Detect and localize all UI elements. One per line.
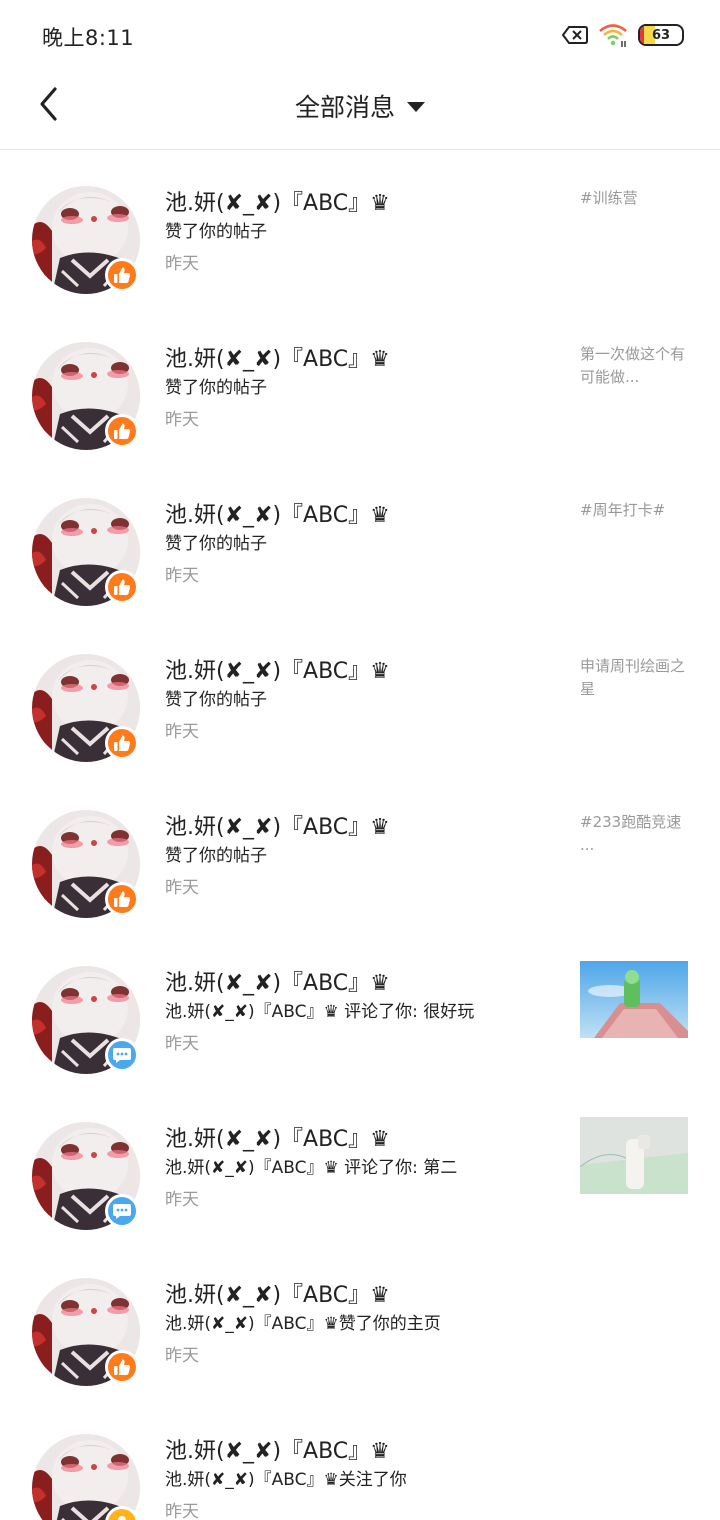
notification-text: 池.妍(✘_✘)『ABC』♛赞了你的主页 bbox=[165, 1314, 441, 1334]
notification-item[interactable]: 池.妍(✘_✘)『ABC』♛ 池.妍(✘_✘)『ABC』♛ 评论了你: 很好玩 昨天 bbox=[0, 931, 720, 1087]
notification-item[interactable]: 池.妍(✘_✘)『ABC』♛ 赞了你的帖子 昨天 #训练营 bbox=[0, 151, 720, 307]
thumbs-up-icon bbox=[113, 1358, 131, 1376]
like-badge bbox=[105, 570, 139, 604]
notification-item[interactable]: 池.妍(✘_✘)『ABC』♛ 赞了你的帖子 昨天 #233跑酷竞速 ... bbox=[0, 775, 720, 931]
caret-down-icon bbox=[407, 102, 425, 112]
notification-time: 昨天 bbox=[165, 1502, 199, 1520]
user-name[interactable]: 池.妍(✘_✘)『ABC』♛ bbox=[165, 965, 390, 997]
thumbs-up-icon bbox=[113, 890, 131, 908]
wifi-icon bbox=[598, 22, 628, 48]
battery-level: 63 bbox=[651, 27, 671, 43]
user-name[interactable]: 池.妍(✘_✘)『ABC』♛ bbox=[165, 1277, 390, 1309]
notification-text: 池.妍(✘_✘)『ABC』♛ 评论了你: 很好玩 bbox=[165, 1002, 475, 1022]
like-badge bbox=[105, 414, 139, 448]
notification-list: 池.妍(✘_✘)『ABC』♛ 赞了你的帖子 昨天 #训练营 池.妍(✘_✘)『ABC』♛… bbox=[0, 151, 720, 1520]
comment-badge bbox=[105, 1038, 139, 1072]
thumbs-up-icon bbox=[113, 422, 131, 440]
notification-item[interactable]: 池.妍(✘_✘)『ABC』♛ 赞了你的帖子 昨天 第一次做这个有可能做... bbox=[0, 307, 720, 463]
post-reference[interactable]: 申请周刊绘画之星 bbox=[580, 655, 688, 701]
post-thumbnail[interactable] bbox=[580, 1117, 688, 1194]
user-name[interactable]: 池.妍(✘_✘)『ABC』♛ bbox=[165, 341, 390, 373]
notification-item[interactable]: 池.妍(✘_✘)『ABC』♛ 池.妍(✘_✘)『ABC』♛ 评论了你: 第二 昨天 bbox=[0, 1087, 720, 1243]
notification-text: 赞了你的帖子 bbox=[165, 690, 267, 710]
post-thumbnail[interactable] bbox=[580, 961, 688, 1038]
status-time: 晚上8:11 bbox=[42, 26, 135, 50]
notification-time: 昨天 bbox=[165, 1034, 199, 1054]
notification-time: 昨天 bbox=[165, 1346, 199, 1366]
user-name[interactable]: 池.妍(✘_✘)『ABC』♛ bbox=[165, 653, 390, 685]
no-sim-icon bbox=[562, 24, 588, 46]
post-reference[interactable]: #周年打卡# bbox=[580, 499, 688, 522]
user-name[interactable]: 池.妍(✘_✘)『ABC』♛ bbox=[165, 1121, 390, 1153]
header: 全部消息 bbox=[0, 70, 720, 150]
chat-bubble-icon bbox=[112, 1046, 132, 1064]
like-badge bbox=[105, 882, 139, 916]
notification-time: 昨天 bbox=[165, 1190, 199, 1210]
user-name[interactable]: 池.妍(✘_✘)『ABC』♛ bbox=[165, 809, 390, 841]
thumbs-up-icon bbox=[113, 266, 131, 284]
chat-bubble-icon bbox=[112, 1202, 132, 1220]
notification-item[interactable]: 池.妍(✘_✘)『ABC』♛ 赞了你的帖子 昨天 #周年打卡# bbox=[0, 463, 720, 619]
notification-text: 赞了你的帖子 bbox=[165, 846, 267, 866]
notification-item[interactable]: 池.妍(✘_✘)『ABC』♛ 池.妍(✘_✘)『ABC』♛关注了你 昨天 bbox=[0, 1399, 720, 1520]
thumbs-up-icon bbox=[113, 734, 131, 752]
notification-text: 赞了你的帖子 bbox=[165, 378, 267, 398]
notification-text: 赞了你的帖子 bbox=[165, 222, 267, 242]
post-reference[interactable]: 第一次做这个有可能做... bbox=[580, 343, 688, 389]
post-reference[interactable]: #233跑酷竞速 ... bbox=[580, 811, 688, 857]
notification-time: 昨天 bbox=[165, 566, 199, 586]
post-reference[interactable]: #训练营 bbox=[580, 187, 688, 210]
page-title: 全部消息 bbox=[294, 93, 395, 122]
like-badge bbox=[105, 1350, 139, 1384]
status-bar: 晚上8:11 63 bbox=[0, 0, 720, 70]
message-filter-dropdown[interactable]: 全部消息 bbox=[0, 88, 720, 124]
notification-time: 昨天 bbox=[165, 878, 199, 898]
notification-item[interactable]: 池.妍(✘_✘)『ABC』♛ 赞了你的帖子 昨天 申请周刊绘画之星 bbox=[0, 619, 720, 775]
follow-icon bbox=[113, 1514, 131, 1520]
thumbs-up-icon bbox=[113, 578, 131, 596]
user-name[interactable]: 池.妍(✘_✘)『ABC』♛ bbox=[165, 497, 390, 529]
user-name[interactable]: 池.妍(✘_✘)『ABC』♛ bbox=[165, 1433, 390, 1465]
notification-time: 昨天 bbox=[165, 254, 199, 274]
notification-time: 昨天 bbox=[165, 722, 199, 742]
user-name[interactable]: 池.妍(✘_✘)『ABC』♛ bbox=[165, 185, 390, 217]
notification-text: 池.妍(✘_✘)『ABC』♛关注了你 bbox=[165, 1470, 407, 1490]
notification-text: 池.妍(✘_✘)『ABC』♛ 评论了你: 第二 bbox=[165, 1158, 458, 1178]
notification-item[interactable]: 池.妍(✘_✘)『ABC』♛ 池.妍(✘_✘)『ABC』♛赞了你的主页 昨天 bbox=[0, 1243, 720, 1399]
notification-time: 昨天 bbox=[165, 410, 199, 430]
battery-icon: 63 bbox=[638, 24, 684, 46]
comment-badge bbox=[105, 1194, 139, 1228]
notification-text: 赞了你的帖子 bbox=[165, 534, 267, 554]
status-icons: 63 bbox=[562, 20, 684, 50]
like-badge bbox=[105, 258, 139, 292]
like-badge bbox=[105, 726, 139, 760]
